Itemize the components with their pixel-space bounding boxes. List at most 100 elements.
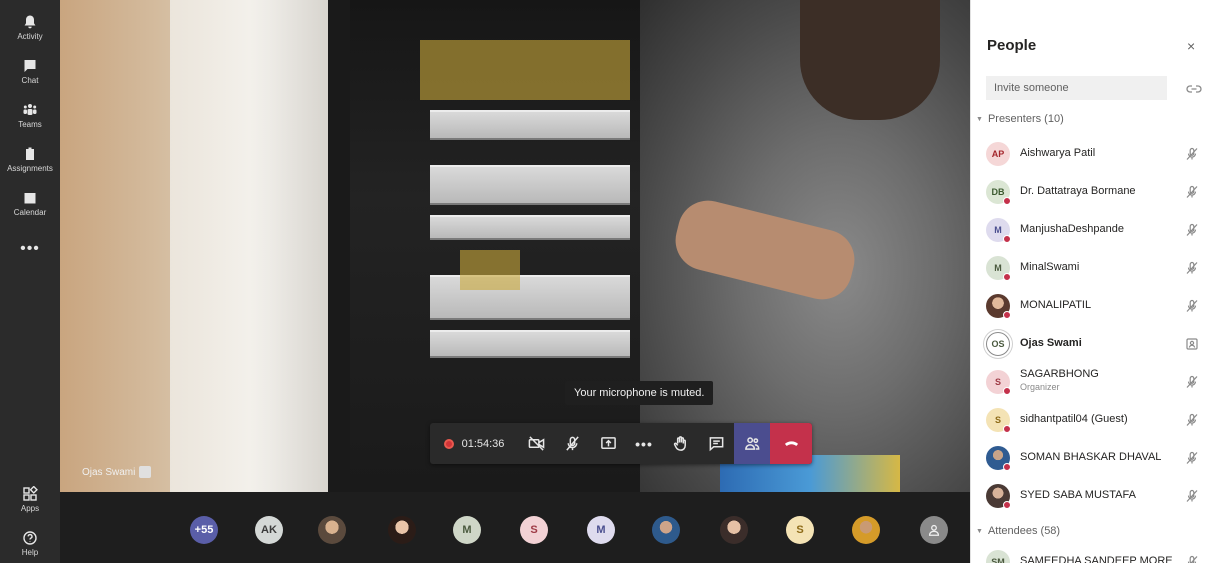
share-screen-icon bbox=[600, 437, 616, 449]
participant-row[interactable]: SYED SABA MUSTAFA bbox=[971, 479, 1221, 515]
rail-label: Chat bbox=[21, 76, 39, 85]
participant-row-self[interactable]: OS Ojas Swami bbox=[971, 327, 1221, 363]
mic-muted-icon bbox=[1185, 261, 1199, 275]
participant-initials: M bbox=[986, 218, 1011, 243]
panel-title: People bbox=[987, 37, 1037, 54]
participant-photo bbox=[986, 446, 1011, 471]
participant-avatar[interactable] bbox=[920, 516, 948, 544]
rail-more-button[interactable]: ••• bbox=[0, 240, 60, 258]
participant-avatar[interactable]: S bbox=[520, 516, 548, 544]
participant-name: SOMAN BHASKAR DHAVAL bbox=[1020, 451, 1162, 463]
calendar-icon bbox=[22, 190, 38, 206]
help-icon bbox=[23, 531, 37, 545]
rail-item-chat[interactable]: Chat bbox=[0, 58, 60, 85]
chevron-down-icon: ▼ bbox=[976, 527, 983, 535]
participant-role: Organizer bbox=[1020, 382, 1060, 392]
participant-overflow-button[interactable]: +55 bbox=[190, 516, 218, 544]
invite-input[interactable] bbox=[986, 76, 1167, 100]
recording-icon bbox=[443, 438, 454, 449]
video-background bbox=[328, 0, 350, 492]
chat-icon bbox=[22, 58, 38, 74]
mic-muted-icon bbox=[1185, 185, 1199, 199]
participant-avatar[interactable] bbox=[388, 516, 416, 544]
people-toggle-button[interactable] bbox=[734, 423, 770, 464]
rail-label: Activity bbox=[17, 32, 43, 41]
rail-label: Help bbox=[21, 548, 39, 557]
rail-item-activity[interactable]: Activity bbox=[0, 14, 60, 41]
participant-row[interactable]: M MinalSwami bbox=[971, 251, 1221, 287]
participant-name: SAMEEDHA SANDEEP MORE bbox=[1020, 555, 1173, 563]
participant-avatar[interactable]: S bbox=[786, 516, 814, 544]
person-icon bbox=[928, 524, 940, 536]
participant-row[interactable]: AP Aishwarya Patil bbox=[971, 137, 1221, 173]
participant-row[interactable]: S sidhantpatil04 (Guest) bbox=[971, 403, 1221, 439]
attendees-section-header[interactable]: ▼ Attendees (58) bbox=[976, 525, 1060, 537]
participant-avatar[interactable] bbox=[852, 516, 880, 544]
rack-unit bbox=[430, 330, 630, 358]
participant-initials: S bbox=[986, 370, 1011, 395]
camera-toggle-button[interactable] bbox=[518, 423, 554, 464]
mic-muted-icon bbox=[1185, 147, 1199, 161]
rail-item-teams[interactable]: Teams bbox=[0, 102, 60, 129]
participant-row[interactable]: SM SAMEEDHA SANDEEP MORE bbox=[971, 545, 1221, 563]
share-screen-button[interactable] bbox=[590, 423, 626, 464]
close-icon[interactable]: × bbox=[1187, 38, 1195, 54]
hang-up-button[interactable] bbox=[770, 423, 812, 464]
people-icon bbox=[744, 437, 759, 450]
initials-text: S bbox=[994, 377, 1001, 387]
video-feed: Ojas Swami bbox=[60, 0, 970, 492]
more-actions-button[interactable]: ••• bbox=[626, 423, 662, 464]
rail-item-calendar[interactable]: Calendar bbox=[0, 190, 60, 217]
participant-name: ManjushaDeshpande bbox=[1020, 223, 1124, 235]
meeting-stage: Ojas Swami Your microphone is muted. 01:… bbox=[60, 0, 970, 563]
participant-initials: OS bbox=[986, 332, 1010, 356]
rail-item-assignments[interactable]: Assignments bbox=[0, 146, 60, 173]
participant-row[interactable]: S SAGARBHONG Organizer bbox=[971, 365, 1221, 401]
presenter-icon bbox=[1185, 337, 1199, 351]
participant-avatar[interactable] bbox=[318, 516, 346, 544]
mic-muted-icon bbox=[1185, 413, 1199, 427]
hang-up-icon bbox=[784, 441, 798, 447]
participant-row[interactable]: DB Dr. Dattatraya Bormane bbox=[971, 175, 1221, 211]
presenters-section-header[interactable]: ▼ Presenters (10) bbox=[976, 113, 1064, 125]
participant-initials: SM bbox=[986, 550, 1010, 563]
raise-hand-button[interactable] bbox=[662, 423, 698, 464]
participant-name: Aishwarya Patil bbox=[1020, 147, 1096, 159]
participant-name: MinalSwami bbox=[1020, 261, 1080, 273]
participant-row[interactable]: M ManjushaDeshpande bbox=[971, 213, 1221, 249]
participant-avatar[interactable]: AK bbox=[255, 516, 283, 544]
video-person bbox=[800, 0, 940, 120]
participant-avatar[interactable]: M bbox=[453, 516, 481, 544]
rail-label: Apps bbox=[20, 504, 40, 513]
more-icon: ••• bbox=[635, 435, 653, 452]
participant-avatar[interactable]: M bbox=[587, 516, 615, 544]
mic-muted-toast: Your microphone is muted. bbox=[565, 381, 714, 405]
presence-busy-icon bbox=[1003, 311, 1011, 319]
speaker-name-tag: Ojas Swami bbox=[82, 466, 152, 478]
presence-busy-icon bbox=[1003, 197, 1011, 205]
rack-cables bbox=[420, 40, 630, 100]
participant-row[interactable]: MONALIPATIL bbox=[971, 289, 1221, 325]
presenter-icon bbox=[139, 466, 152, 478]
participant-name: SYED SABA MUSTAFA bbox=[1020, 489, 1136, 501]
participant-initials: S bbox=[986, 408, 1011, 433]
assignments-icon bbox=[22, 146, 38, 162]
copy-link-icon[interactable] bbox=[1186, 82, 1202, 94]
call-duration: 01:54:36 bbox=[461, 437, 505, 450]
participant-photo bbox=[986, 484, 1011, 509]
apps-icon bbox=[23, 486, 38, 501]
participant-avatar[interactable] bbox=[652, 516, 680, 544]
teams-meeting-window: Activity Chat Teams Assignments Calendar… bbox=[0, 0, 1221, 563]
chat-toggle-button[interactable] bbox=[698, 423, 734, 464]
rail-item-apps[interactable]: Apps bbox=[0, 486, 60, 513]
participant-initials: M bbox=[986, 256, 1011, 281]
video-background bbox=[170, 0, 330, 492]
mic-toggle-button[interactable] bbox=[554, 423, 590, 464]
rack-unit bbox=[430, 165, 630, 205]
rail-item-help[interactable]: Help bbox=[0, 530, 60, 557]
mic-muted-icon bbox=[1185, 489, 1199, 503]
rail-label: Teams bbox=[18, 120, 42, 129]
participant-row[interactable]: SOMAN BHASKAR DHAVAL bbox=[971, 441, 1221, 477]
participant-avatar[interactable] bbox=[720, 516, 748, 544]
participant-name: Ojas Swami bbox=[1020, 337, 1082, 349]
